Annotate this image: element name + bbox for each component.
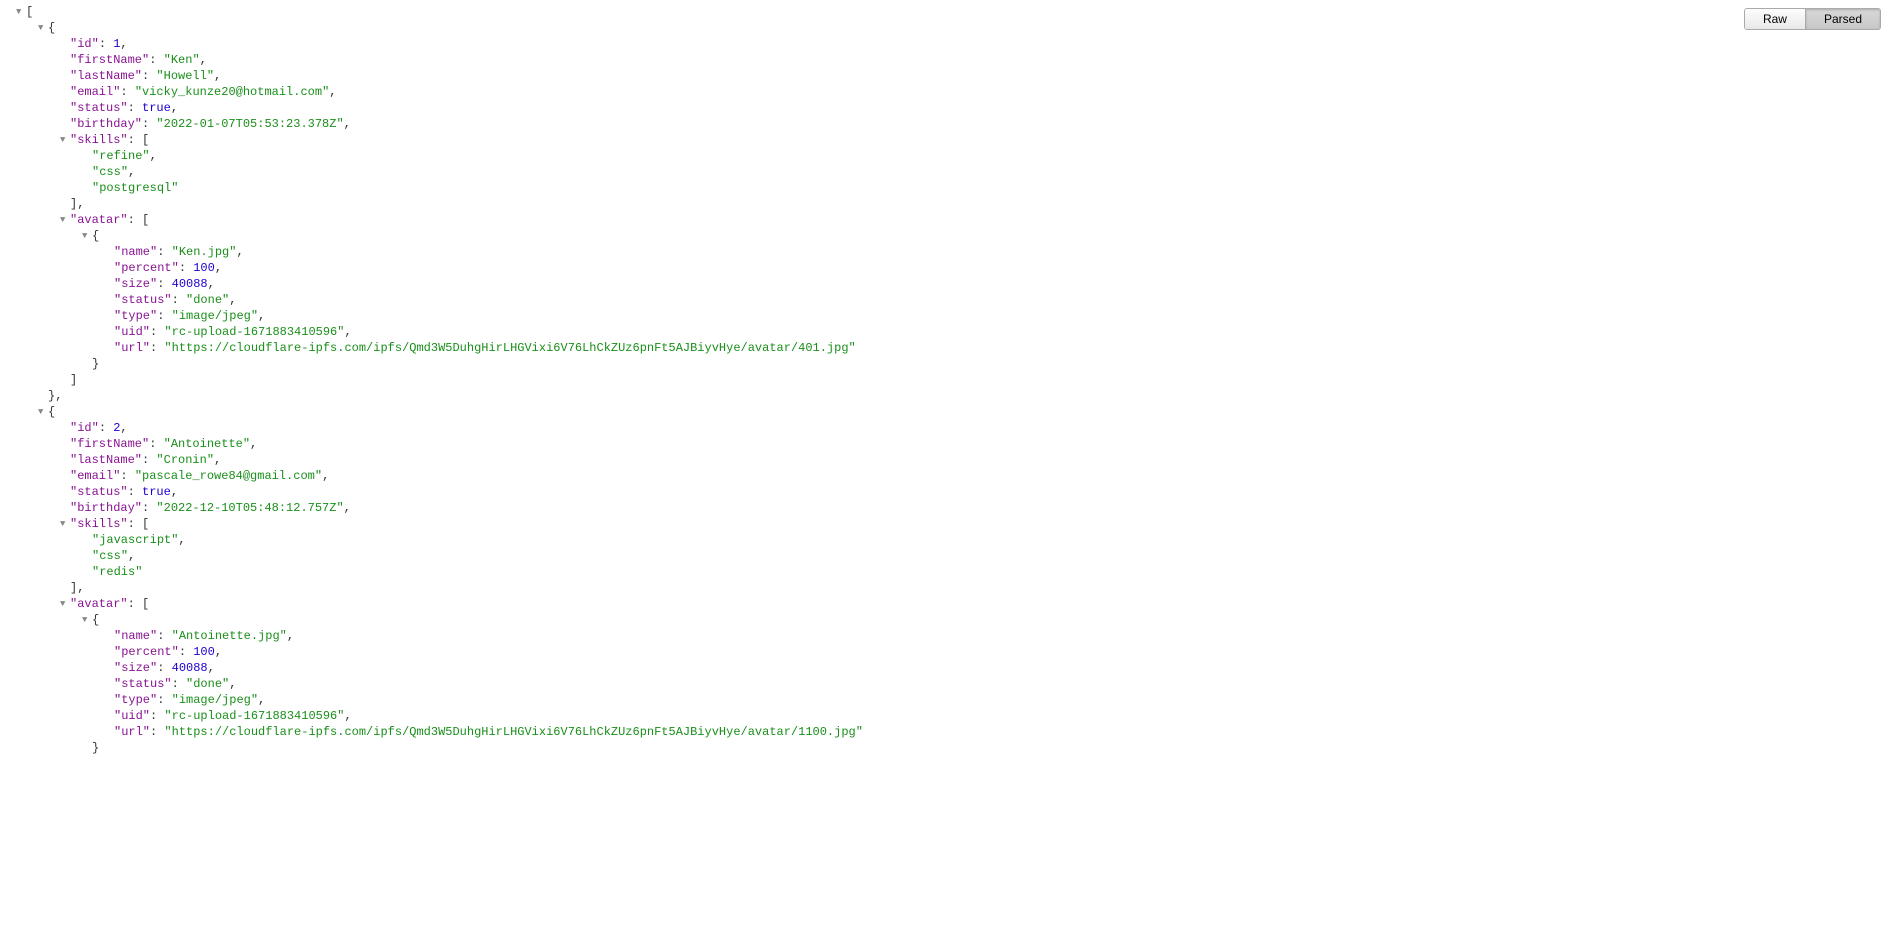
object-close: }, [48, 388, 1897, 404]
prop-skills[interactable]: ▼"skills": [ [70, 132, 1897, 148]
array-item: ▼{ "id": 1, "firstName": "Ken", "lastNam… [26, 20, 1897, 404]
raw-button[interactable]: Raw [1745, 9, 1806, 29]
prop-percent: "percent": 100, [114, 260, 1897, 276]
prop-lastName: "lastName": "Howell", [70, 68, 1897, 84]
view-toggle: Raw Parsed [1744, 8, 1881, 30]
prop-status: "status": true, [70, 100, 1897, 116]
skills-array: "javascript", "css", "redis" [70, 532, 1897, 580]
array-close: ], [70, 580, 1897, 596]
prop-avatar[interactable]: ▼"avatar": [ [70, 212, 1897, 228]
json-tree-root: ▼[ ▼{ "id": 1, "firstName": "Ken", "last… [4, 4, 1897, 756]
array-value: "css", [92, 164, 1897, 180]
avatar-array: ▼{ "name": "Antoinette.jpg", "percent": … [70, 612, 1897, 756]
prop-uid: "uid": "rc-upload-1671883410596", [114, 324, 1897, 340]
skills-array: "refine", "css", "postgresql" [70, 148, 1897, 196]
prop-size: "size": 40088, [114, 276, 1897, 292]
array-value: "redis" [92, 564, 1897, 580]
object-close: } [92, 740, 1897, 756]
prop-email: "email": "vicky_kunze20@hotmail.com", [70, 84, 1897, 100]
array-open[interactable]: ▼[ [26, 4, 1897, 20]
prop-skills[interactable]: ▼"skills": [ [70, 516, 1897, 532]
prop-lastName: "lastName": "Cronin", [70, 452, 1897, 468]
toggle-icon[interactable]: ▼ [60, 516, 68, 528]
object-open[interactable]: ▼{ [92, 612, 1897, 628]
avatar-item: "name": "Antoinette.jpg", "percent": 100… [92, 628, 1897, 740]
prop-name: "name": "Ken.jpg", [114, 244, 1897, 260]
array-value: "javascript", [92, 532, 1897, 548]
parsed-button[interactable]: Parsed [1806, 9, 1880, 29]
prop-status: "status": true, [70, 484, 1897, 500]
prop-size: "size": 40088, [114, 660, 1897, 676]
object-open[interactable]: ▼{ [48, 404, 1897, 420]
prop-firstName: "firstName": "Antoinette", [70, 436, 1897, 452]
object-close: } [92, 356, 1897, 372]
prop-firstName: "firstName": "Ken", [70, 52, 1897, 68]
prop-url: "url": "https://cloudflare-ipfs.com/ipfs… [114, 724, 1897, 740]
toggle-icon[interactable]: ▼ [60, 132, 68, 144]
prop-status: "status": "done", [114, 676, 1897, 692]
toggle-icon[interactable]: ▼ [82, 228, 90, 240]
toggle-icon[interactable]: ▼ [38, 20, 46, 32]
prop-url: "url": "https://cloudflare-ipfs.com/ipfs… [114, 340, 1897, 356]
prop-type: "type": "image/jpeg", [114, 308, 1897, 324]
prop-id: "id": 2, [70, 420, 1897, 436]
prop-status: "status": "done", [114, 292, 1897, 308]
prop-name: "name": "Antoinette.jpg", [114, 628, 1897, 644]
toggle-icon[interactable]: ▼ [16, 4, 24, 16]
object-body: "id": 2, "firstName": "Antoinette", "las… [48, 420, 1897, 756]
prop-avatar[interactable]: ▼"avatar": [ [70, 596, 1897, 612]
toggle-icon[interactable]: ▼ [82, 612, 90, 624]
array-value: "postgresql" [92, 180, 1897, 196]
prop-percent: "percent": 100, [114, 644, 1897, 660]
object-open[interactable]: ▼{ [48, 20, 1897, 36]
prop-birthday: "birthday": "2022-01-07T05:53:23.378Z", [70, 116, 1897, 132]
prop-email: "email": "pascale_rowe84@gmail.com", [70, 468, 1897, 484]
object-open[interactable]: ▼{ [92, 228, 1897, 244]
prop-uid: "uid": "rc-upload-1671883410596", [114, 708, 1897, 724]
prop-birthday: "birthday": "2022-12-10T05:48:12.757Z", [70, 500, 1897, 516]
toggle-icon[interactable]: ▼ [38, 404, 46, 416]
avatar-item: "name": "Ken.jpg", "percent": 100, "size… [92, 244, 1897, 356]
array-item: ▼{ "id": 2, "firstName": "Antoinette", "… [26, 404, 1897, 756]
object-body: "id": 1, "firstName": "Ken", "lastName":… [48, 36, 1897, 388]
avatar-array: ▼{ "name": "Ken.jpg", "percent": 100, "s… [70, 228, 1897, 372]
array-close: ], [70, 196, 1897, 212]
prop-type: "type": "image/jpeg", [114, 692, 1897, 708]
prop-id: "id": 1, [70, 36, 1897, 52]
array-value: "css", [92, 548, 1897, 564]
toggle-icon[interactable]: ▼ [60, 212, 68, 224]
array-close: ] [70, 372, 1897, 388]
toggle-icon[interactable]: ▼ [60, 596, 68, 608]
array-value: "refine", [92, 148, 1897, 164]
